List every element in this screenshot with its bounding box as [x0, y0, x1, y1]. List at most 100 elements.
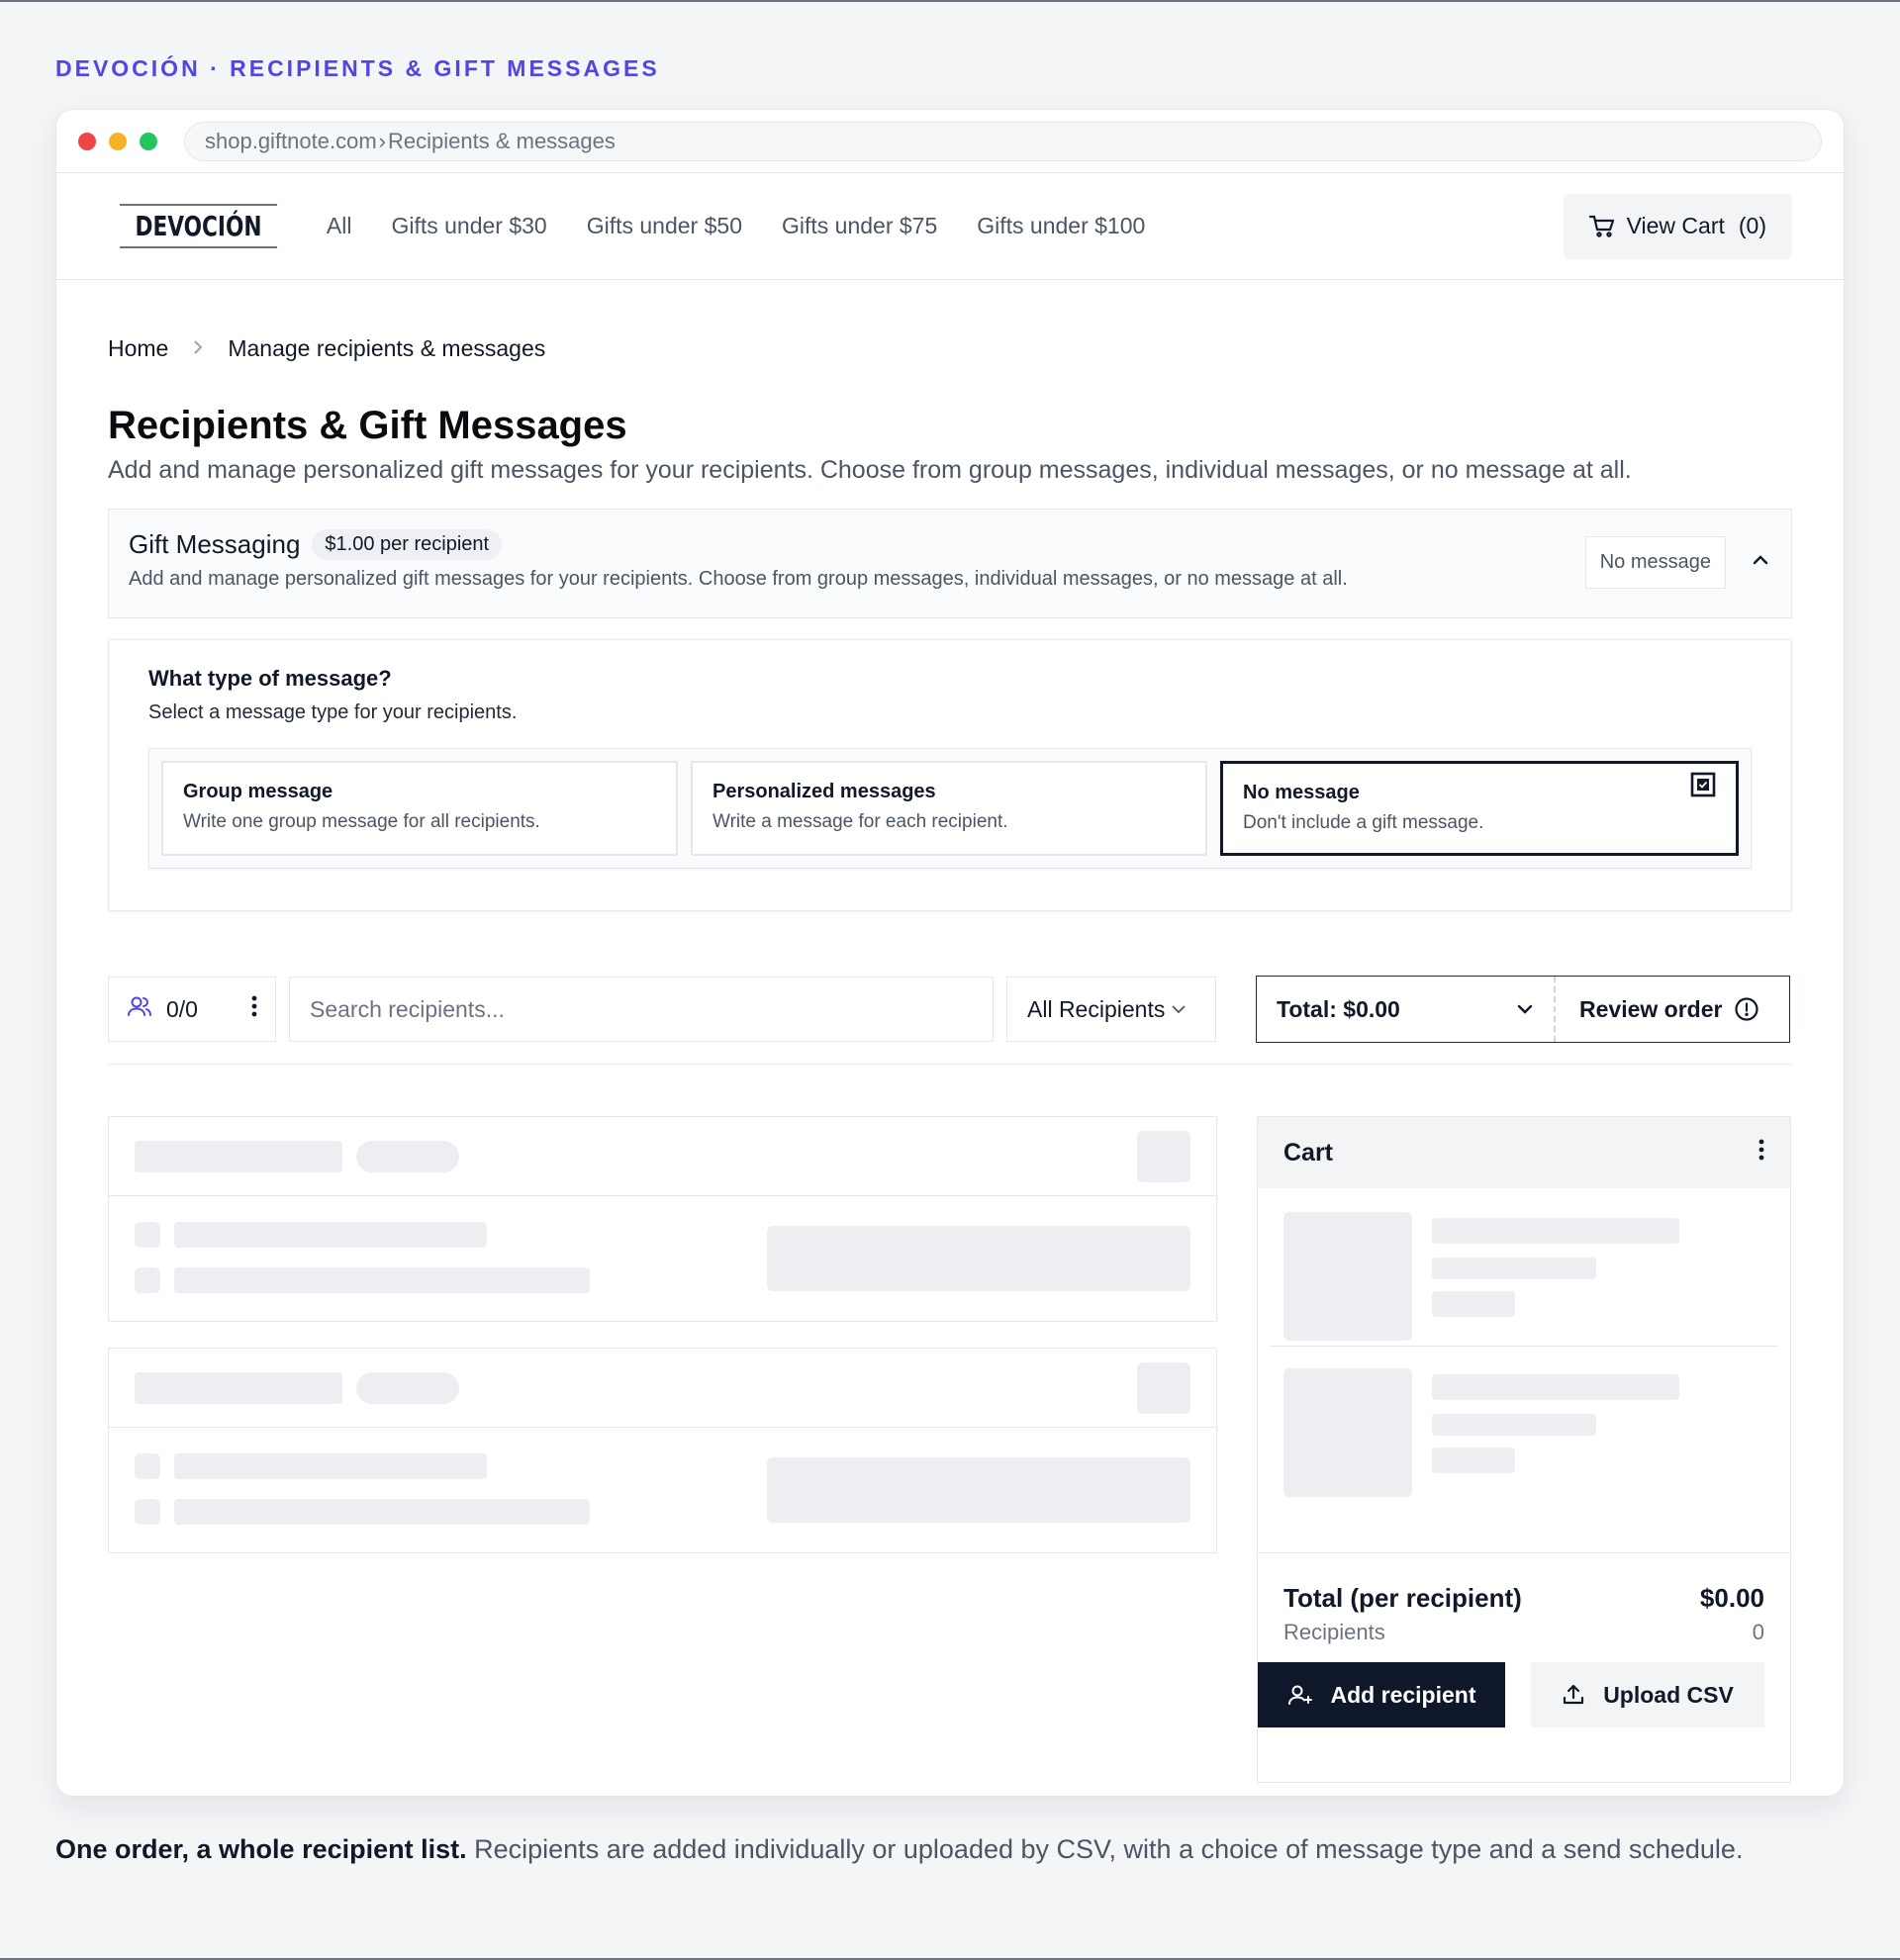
minimize-window-dot[interactable]: [109, 132, 127, 150]
page-eyebrow: DEVOCIÓN · RECIPIENTS & GIFT MESSAGES: [55, 55, 660, 81]
skeleton-line: [1432, 1218, 1679, 1244]
skeleton-line: [135, 1141, 342, 1172]
section-divider: [108, 1064, 1792, 1065]
skeleton-button: [1137, 1131, 1190, 1182]
cart-count: (0): [1738, 213, 1766, 238]
recipient-count-box: 0/0: [108, 977, 276, 1042]
message-type-section: What type of message? Select a message t…: [108, 639, 1792, 911]
search-recipients-input[interactable]: [289, 977, 994, 1042]
breadcrumb-current: Manage recipients & messages: [228, 335, 546, 361]
cart-panel: Cart Total (per recipient) $0.00 Recipie…: [1257, 1116, 1791, 1783]
option-no-message[interactable]: No message Don't include a gift message.: [1220, 761, 1739, 856]
skeleton-dot: [135, 1453, 160, 1479]
recipient-count: 0/0: [166, 995, 198, 1022]
skeleton-line: [174, 1453, 487, 1479]
recipient-toolbar: 0/0 All Recipients Total: $0.00 Review o…: [108, 976, 1792, 1043]
nav-link-under-75[interactable]: Gifts under $75: [782, 213, 937, 239]
caption-body: Recipients are added individually or upl…: [466, 1834, 1744, 1864]
message-type-question: What type of message?: [148, 666, 392, 691]
add-recipient-button[interactable]: Add recipient: [1258, 1662, 1505, 1727]
gift-messaging-description: Add and manage personalized gift message…: [129, 568, 1348, 590]
main-content: Home Manage recipients & messages Recipi…: [56, 335, 1844, 1783]
shopping-cart-icon: [1588, 215, 1614, 237]
review-order-button[interactable]: Review order: [1554, 977, 1789, 1042]
cart-recipients-value: 0: [1752, 1620, 1764, 1644]
top-navigation: DEVOCIÓN All Gifts under $30 Gifts under…: [56, 173, 1844, 280]
skeleton-dot: [135, 1499, 160, 1525]
user-plus-icon: [1287, 1685, 1312, 1705]
option-description: Don't include a gift message.: [1243, 812, 1484, 833]
skeleton-line: [1432, 1374, 1679, 1400]
address-bar[interactable]: shop.giftnote.com › Recipients & message…: [184, 121, 1822, 161]
order-total-box: Total: $0.00 Review order: [1256, 976, 1790, 1043]
breadcrumb: Home Manage recipients & messages: [108, 335, 1792, 362]
cart-total-label: Total (per recipient): [1283, 1583, 1522, 1613]
browser-chrome: shop.giftnote.com › Recipients & message…: [56, 110, 1844, 173]
skeleton-button: [1137, 1362, 1190, 1414]
category-links: All Gifts under $30 Gifts under $50 Gift…: [327, 213, 1185, 239]
add-recipient-label: Add recipient: [1330, 1681, 1476, 1708]
skeleton-dot: [135, 1267, 160, 1293]
skeleton-line: [135, 1372, 342, 1404]
option-title: Group message: [183, 781, 333, 802]
message-type-options: Group message Write one group message fo…: [148, 748, 1752, 869]
breadcrumb-home[interactable]: Home: [108, 335, 168, 362]
upload-csv-label: Upload CSV: [1603, 1681, 1734, 1708]
option-description: Write one group message for all recipien…: [183, 811, 540, 832]
url-path: Recipients & messages: [388, 128, 616, 153]
option-personalized-messages[interactable]: Personalized messages Write a message fo…: [691, 761, 1207, 856]
cart-header: Cart: [1258, 1117, 1790, 1188]
maximize-window-dot[interactable]: [140, 132, 157, 150]
skeleton-line: [1432, 1258, 1596, 1279]
nav-link-under-30[interactable]: Gifts under $30: [391, 213, 546, 239]
option-title: Personalized messages: [712, 781, 936, 802]
more-vertical-icon[interactable]: [1758, 1139, 1764, 1167]
info-circle-icon: [1735, 997, 1759, 1021]
checkbox-checked-icon: [1690, 772, 1716, 802]
cart-total-value: $0.00: [1699, 1583, 1764, 1613]
cart-recipients-label: Recipients: [1283, 1620, 1385, 1644]
browser-window: shop.giftnote.com › Recipients & message…: [55, 109, 1845, 1797]
chevron-right-icon: [192, 335, 204, 362]
nav-link-under-50[interactable]: Gifts under $50: [587, 213, 742, 239]
total-dropdown[interactable]: Total: $0.00: [1257, 977, 1554, 1042]
caption-lead: One order, a whole recipient list.: [55, 1834, 467, 1864]
skeleton-line: [1432, 1414, 1596, 1436]
review-order-label: Review order: [1579, 995, 1723, 1022]
skeleton-block: [767, 1226, 1190, 1291]
option-description: Write a message for each recipient.: [712, 811, 1008, 832]
chevron-up-icon[interactable]: [1752, 553, 1769, 571]
upload-icon: [1564, 1684, 1584, 1705]
message-status-badge: No message: [1584, 536, 1726, 589]
cart-item-skeleton: [1270, 1347, 1778, 1505]
close-window-dot[interactable]: [78, 132, 96, 150]
view-cart-label: View Cart: [1626, 213, 1725, 238]
users-icon: [127, 994, 152, 1024]
skeleton-line: [174, 1499, 590, 1525]
more-vertical-icon[interactable]: [251, 995, 257, 1023]
recipient-list-loading: [108, 1116, 1217, 1783]
option-title: No message: [1243, 782, 1360, 803]
cart-item-skeleton: [1270, 1188, 1778, 1347]
page-subtitle: Add and manage personalized gift message…: [108, 456, 1632, 484]
recipient-card-skeleton: [108, 1348, 1217, 1553]
recipients-and-cart: Cart Total (per recipient) $0.00 Recipie…: [108, 1116, 1792, 1783]
skeleton-dot: [135, 1222, 160, 1248]
brand-logo[interactable]: DEVOCIÓN: [120, 204, 278, 248]
chevron-down-icon: [1517, 1004, 1533, 1014]
upload-csv-button[interactable]: Upload CSV: [1531, 1662, 1764, 1727]
nav-link-all[interactable]: All: [327, 213, 352, 239]
skeleton-line: [1432, 1291, 1515, 1317]
skeleton-pill: [356, 1141, 459, 1172]
skeleton-line: [174, 1222, 487, 1248]
skeleton-block: [767, 1457, 1190, 1523]
recipient-filter-select[interactable]: All Recipients: [1006, 977, 1216, 1042]
option-group-message[interactable]: Group message Write one group message fo…: [161, 761, 678, 856]
view-cart-button[interactable]: View Cart (0): [1563, 193, 1792, 259]
figure-caption: One order, a whole recipient list. Recip…: [55, 1828, 1817, 1871]
gift-messaging-panel[interactable]: Gift Messaging $1.00 per recipient Add a…: [108, 509, 1792, 618]
skeleton-thumbnail: [1283, 1368, 1412, 1497]
nav-link-under-100[interactable]: Gifts under $100: [977, 213, 1145, 239]
cart-summary: Total (per recipient) $0.00 Recipients 0: [1258, 1552, 1790, 1770]
url-separator-icon: ›: [378, 128, 386, 153]
